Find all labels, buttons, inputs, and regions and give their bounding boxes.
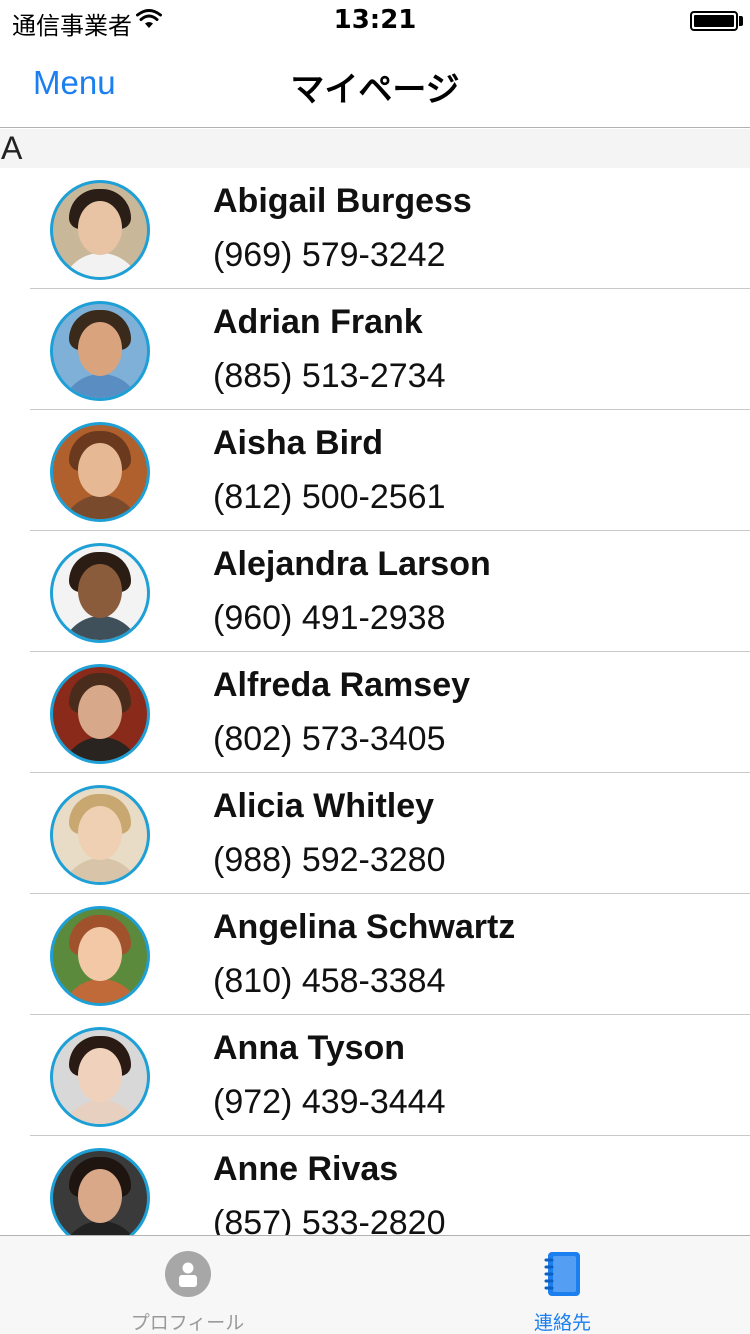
section-index-letter: A (1, 130, 23, 166)
contact-row[interactable]: Abigail Burgess (969) 579-3242 (0, 168, 750, 289)
contact-name: Angelina Schwartz (213, 908, 516, 946)
status-bar: 通信事業者 13:21 (0, 0, 750, 40)
contacts-book-icon (544, 1252, 580, 1296)
contact-phone: (810) 458-3384 (213, 962, 446, 1000)
contact-avatar (50, 1148, 150, 1235)
contact-phone: (885) 513-2734 (213, 357, 446, 395)
battery-icon (690, 11, 738, 31)
page-title: マイページ (290, 70, 460, 110)
section-header: A (0, 129, 750, 168)
tab-contacts-label: 連絡先 (533, 1312, 591, 1334)
contact-name: Anne Rivas (213, 1150, 399, 1188)
tab-profile[interactable]: プロフィール (0, 1236, 375, 1334)
contact-avatar (50, 664, 150, 764)
contact-row[interactable]: Anna Tyson (972) 439-3444 (0, 1015, 750, 1136)
contact-avatar (50, 785, 150, 885)
contact-name: Alicia Whitley (213, 787, 435, 825)
tab-bar: プロフィール 連絡先 (0, 1235, 750, 1334)
contact-name: Alfreda Ramsey (213, 666, 471, 704)
contact-row[interactable]: Aisha Bird (812) 500-2561 (0, 410, 750, 531)
contact-row[interactable]: Adrian Frank (885) 513-2734 (0, 289, 750, 410)
contact-name: Adrian Frank (213, 303, 423, 341)
contact-name: Alejandra Larson (213, 545, 491, 583)
contact-row[interactable]: Angelina Schwartz (810) 458-3384 (0, 894, 750, 1015)
contact-phone: (802) 573-3405 (213, 720, 446, 758)
battery-tip (739, 16, 743, 26)
contact-list[interactable]: Abigail Burgess (969) 579-3242 Adrian Fran… (0, 168, 750, 1235)
navigation-bar: Menu マイページ (0, 40, 750, 128)
contact-avatar (50, 180, 150, 280)
contact-name: Abigail Burgess (213, 182, 472, 220)
contact-avatar (50, 1027, 150, 1127)
contact-phone: (857) 533-2820 (213, 1204, 446, 1235)
contact-row[interactable]: Alejandra Larson (960) 491-2938 (0, 531, 750, 652)
contact-avatar (50, 301, 150, 401)
tab-contacts[interactable]: 連絡先 (375, 1236, 750, 1334)
contact-name: Anna Tyson (213, 1029, 406, 1067)
contact-name: Aisha Bird (213, 424, 384, 462)
contact-row[interactable]: Anne Rivas (857) 533-2820 (0, 1136, 750, 1235)
contact-avatar (50, 422, 150, 522)
contact-avatar (50, 906, 150, 1006)
contact-phone: (960) 491-2938 (213, 599, 446, 637)
contact-phone: (972) 439-3444 (213, 1083, 446, 1121)
contact-avatar (50, 543, 150, 643)
tab-profile-label: プロフィール (130, 1312, 245, 1334)
contact-phone: (812) 500-2561 (213, 478, 446, 516)
contact-row[interactable]: Alfreda Ramsey (802) 573-3405 (0, 652, 750, 773)
profile-icon (164, 1251, 211, 1297)
contact-phone: (988) 592-3280 (213, 841, 446, 879)
contact-row[interactable]: Alicia Whitley (988) 592-3280 (0, 773, 750, 894)
status-time: 13:21 (333, 5, 417, 35)
contact-phone: (969) 579-3242 (213, 236, 446, 274)
